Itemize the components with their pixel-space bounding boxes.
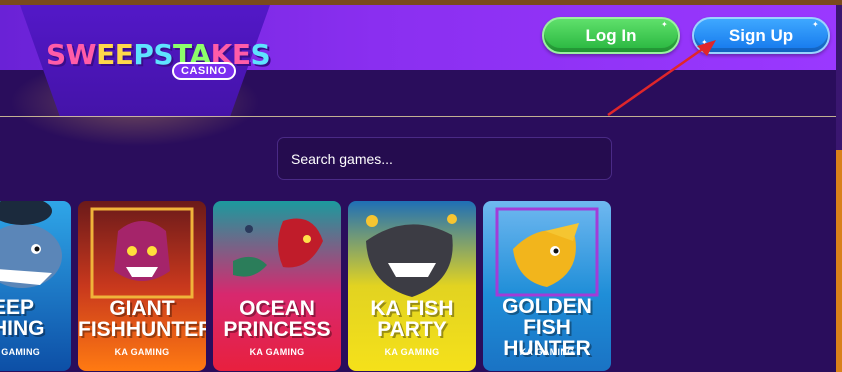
- game-art: [213, 201, 341, 371]
- game-card[interactable]: EEP HING A GAMING: [0, 201, 71, 371]
- game-studio: KA GAMING: [114, 347, 170, 357]
- game-art: [0, 201, 71, 371]
- game-card[interactable]: KA FISH PARTY KA GAMING: [348, 201, 476, 371]
- game-title: OCEAN PRINCESS: [223, 297, 331, 341]
- game-art: [348, 201, 476, 371]
- game-studio: KA GAMING: [384, 347, 440, 357]
- game-studio: A GAMING: [0, 347, 41, 357]
- game-card[interactable]: GIANT FISHHUNTER KA GAMING: [78, 201, 206, 371]
- search-input[interactable]: Search games...: [277, 137, 612, 180]
- game-title: GIANT FISHHUNTER: [78, 297, 206, 341]
- game-card[interactable]: OCEAN PRINCESS KA GAMING: [213, 201, 341, 371]
- game-title: EEP HING: [0, 296, 45, 340]
- game-studio: KA GAMING: [249, 347, 305, 357]
- game-studio: KA GAMING: [519, 347, 575, 357]
- game-title: KA FISH PARTY: [370, 297, 454, 341]
- game-art: [78, 201, 206, 371]
- game-card[interactable]: GOLDEN FISH HUNTER KA GAMING: [483, 201, 611, 371]
